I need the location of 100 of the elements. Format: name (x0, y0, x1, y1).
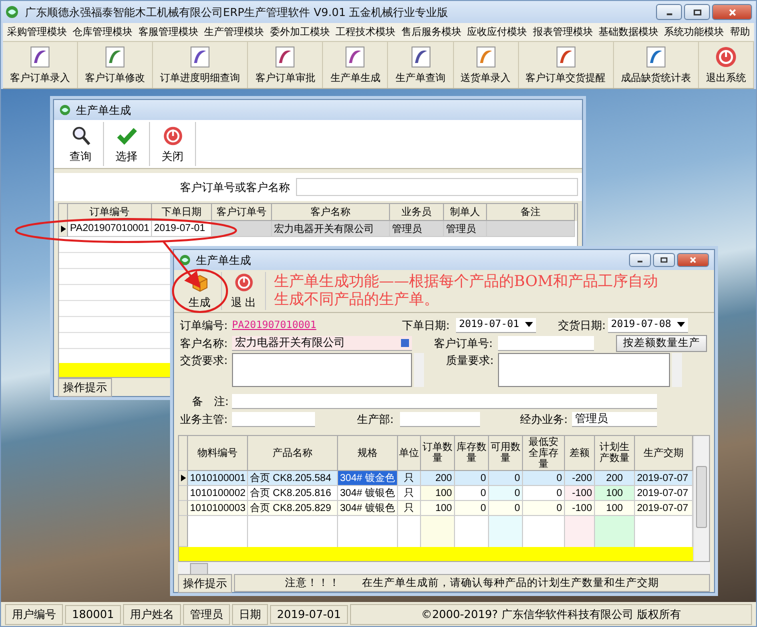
table-cell: -100 (565, 501, 595, 516)
window-logo-icon (59, 104, 71, 116)
field-label: 客户订单号: (434, 336, 494, 350)
row-pointer-icon (180, 474, 186, 482)
menu-item[interactable]: 生产管理模块 (204, 25, 264, 39)
close-button[interactable] (677, 253, 709, 267)
table-cell: 200 (595, 471, 635, 486)
document-icon (28, 45, 52, 69)
field-label: 经办业务: (520, 412, 569, 426)
power-icon (714, 45, 738, 69)
field-label: 质量要求: (446, 353, 495, 368)
text-area[interactable] (498, 353, 670, 387)
status-field: 2019-07-01 (270, 604, 348, 624)
date-dropdown[interactable]: 2019-07-01 (456, 318, 536, 332)
table-cell: 0 (455, 471, 489, 486)
menu-item[interactable]: 报表管理模块 (532, 25, 593, 39)
table-cell: 100 (421, 501, 455, 516)
table-cell: 合页 CK8.205.829 (248, 501, 338, 516)
scrollbar[interactable] (672, 353, 682, 387)
status-field: 180001 (65, 604, 121, 624)
table-cell: 管理员 (390, 221, 444, 237)
status-field: 用户编号 (5, 604, 63, 624)
table-cell: 宏力电器开关有限公司 (272, 221, 390, 237)
status-field: 用户姓名 (123, 604, 181, 624)
menu-item[interactable]: 委外加工模块 (270, 25, 330, 39)
maximize-button[interactable] (684, 4, 710, 20)
tool-button[interactable]: 生成 (178, 272, 222, 310)
status-field: 管理员 (183, 604, 230, 624)
text-area[interactable] (232, 353, 412, 387)
table-cell: 100 (595, 486, 635, 501)
status-field: 日期 (232, 604, 268, 624)
field-label: 客户名称: (180, 336, 229, 350)
empty-column-area (489, 516, 523, 547)
window-title: 生产单生成 (76, 102, 131, 118)
table-cell: 304# 镀银色 (338, 501, 398, 516)
status-field: ©2000-2019? 广东信华软件科技有限公司 版权所有 (350, 604, 752, 624)
table-cell: 只 (398, 501, 421, 516)
table-cell (212, 221, 272, 237)
app-logo-icon (5, 5, 19, 19)
remark-field[interactable] (232, 394, 657, 408)
menu-item[interactable]: 帮助 (730, 25, 750, 39)
tool-button[interactable]: 选择 (104, 122, 150, 166)
document-icon (343, 45, 368, 69)
power-icon (162, 124, 184, 146)
table-cell: 1010100003 (188, 501, 248, 516)
document-icon (408, 45, 433, 69)
maximize-button[interactable] (653, 253, 675, 267)
table-cell: 200 (421, 471, 455, 486)
notice-text: 在生产单生成前，请确认每种产品的计划生产数量和生产交期 (362, 576, 659, 590)
document-icon (474, 45, 498, 69)
supervisor-field[interactable] (232, 412, 315, 426)
menu-item[interactable]: 仓库管理模块 (72, 25, 133, 39)
table-cell: 合页 CK8.205.584 (248, 471, 338, 486)
scrollbar[interactable] (414, 353, 424, 387)
search-field[interactable] (296, 178, 578, 196)
menu-item[interactable]: 系统功能模块 (664, 25, 724, 39)
close-icon (728, 8, 736, 16)
table-cell: 0 (455, 501, 489, 516)
caret-icon (677, 322, 685, 327)
document-icon (554, 45, 578, 69)
lookup-icon[interactable] (401, 338, 409, 346)
close-button[interactable] (712, 4, 752, 20)
row-pointer-icon (60, 224, 66, 232)
field-label: 业务主管: (180, 412, 229, 426)
menu-item[interactable]: 基础数据模块 (598, 25, 658, 39)
menu-item[interactable]: 工程技术模块 (336, 25, 396, 39)
table-cell: 0 (489, 501, 523, 516)
menu-item[interactable]: 客服管理模块 (138, 25, 198, 39)
document-icon (273, 45, 298, 69)
close-icon (689, 256, 697, 264)
tool-button[interactable]: 查询 (58, 122, 104, 166)
tool-button[interactable]: 关闭 (150, 122, 196, 166)
menu-item[interactable]: 采购管理模块 (7, 25, 67, 39)
minimize-button[interactable] (629, 253, 651, 267)
diff-quantity-button[interactable]: 按差额数量生产 (616, 334, 707, 352)
table-cell: 0 (489, 471, 523, 486)
field-label: 生产部: (357, 412, 395, 426)
customer-order-field[interactable] (498, 336, 594, 350)
horizontal-scrollbar[interactable] (178, 562, 710, 574)
tool-button[interactable]: 退 出 (222, 272, 266, 310)
column-header: 下单日期 (152, 204, 212, 221)
annotation-ellipse (172, 269, 228, 313)
document-icon (103, 45, 128, 69)
menu-item[interactable]: 应收应付模块 (467, 25, 528, 39)
table-cell: 1010100001 (188, 471, 248, 486)
table-cell: 100 (595, 501, 635, 516)
menu-item[interactable]: 售后服务模块 (401, 25, 462, 39)
customer-field[interactable]: 宏力电器开关有限公司 (232, 336, 412, 350)
department-field[interactable] (400, 412, 480, 426)
order-number-link[interactable]: PA201907010001 (232, 320, 332, 330)
maximize-icon (692, 8, 702, 16)
handler-field[interactable]: 管理员 (572, 412, 657, 426)
window-logo-icon (179, 254, 191, 266)
power-icon (232, 272, 254, 293)
field-label: 备 注: (191, 394, 230, 408)
field-label: 交货日期: (558, 318, 607, 332)
date-dropdown[interactable]: 2019-07-08 (608, 318, 688, 332)
maximize-icon (660, 256, 668, 264)
status-label: 操作提示 (178, 574, 232, 592)
vertical-scrollbar[interactable] (693, 436, 709, 561)
